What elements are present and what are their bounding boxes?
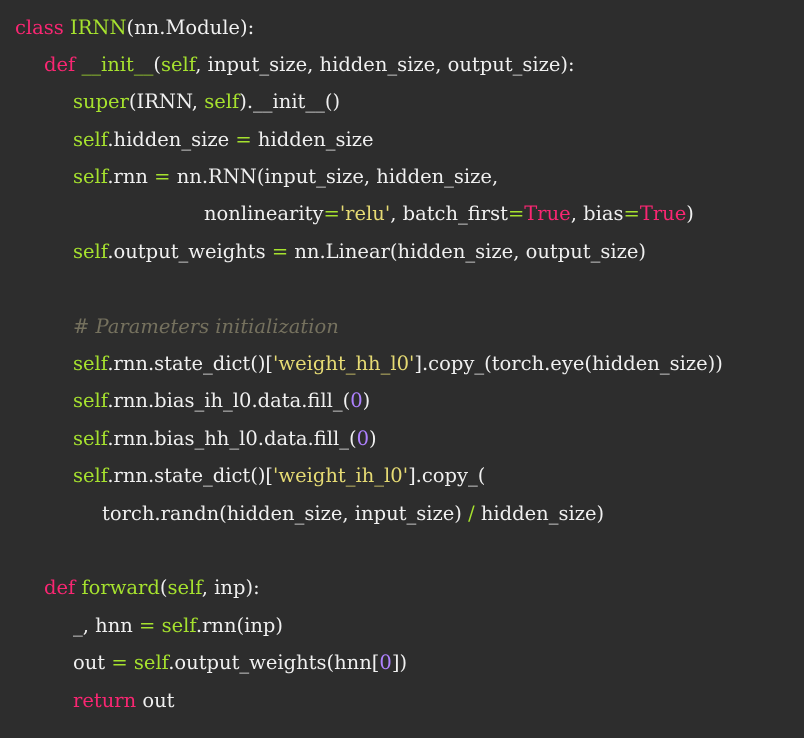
- code-token: ].copy_(: [408, 464, 486, 487]
- code-line: # Parameters initialization: [73, 312, 339, 342]
- code-token: , batch_first: [390, 202, 508, 225]
- code-token: self: [73, 352, 108, 375]
- code-token: =: [507, 202, 525, 225]
- code-line: self.rnn.bias_hh_l0.data.fill_(0): [73, 424, 377, 454]
- code-token: super: [73, 90, 129, 113]
- code-line: return out: [73, 686, 174, 716]
- code-token: .rnn: [107, 165, 155, 188]
- code-token: nn.Linear(hidden_size, output_size): [288, 240, 647, 263]
- code-token: 0: [379, 651, 392, 674]
- code-token: self: [73, 464, 108, 487]
- code-token: ): [686, 202, 694, 225]
- code-token: (IRNN,: [128, 90, 205, 113]
- code-token: , inp):: [201, 576, 260, 599]
- code-token: =: [154, 165, 171, 188]
- code-token: class: [15, 16, 70, 39]
- code-line: self.rnn.state_dict()['weight_ih_l0'].co…: [73, 461, 485, 491]
- code-token: out: [73, 651, 112, 674]
- code-token: 0: [356, 427, 369, 450]
- code-token: def: [44, 576, 82, 599]
- code-token: self: [160, 53, 196, 76]
- code-token: .rnn.bias_ih_l0.data.fill_(: [107, 389, 351, 412]
- code-token: .rnn(inp): [195, 614, 284, 637]
- code-line: self.rnn.state_dict()['weight_hh_l0'].co…: [73, 349, 723, 379]
- code-token: .output_weights: [107, 240, 272, 263]
- code-line: def __init__(self, input_size, hidden_si…: [44, 50, 575, 80]
- code-token: .output_weights(hnn[: [168, 651, 380, 674]
- code-token: /: [468, 502, 475, 525]
- code-token: True: [639, 202, 687, 225]
- code-token: hidden_size): [474, 502, 605, 525]
- code-token: out: [142, 689, 175, 712]
- code-token: self: [73, 128, 108, 151]
- code-token: ): [362, 389, 371, 412]
- code-token: =: [623, 202, 640, 225]
- code-token: self: [204, 90, 240, 113]
- code-token: forward: [81, 576, 160, 599]
- code-line: out = self.output_weights(hnn[0]): [73, 648, 407, 678]
- code-line: _, hnn = self.rnn(inp): [73, 611, 283, 641]
- code-token: 'weight_hh_l0': [273, 352, 415, 375]
- code-token: .rnn.bias_hh_l0.data.fill_(: [107, 427, 357, 450]
- code-line: self.output_weights = nn.Linear(hidden_s…: [73, 237, 646, 267]
- code-token: True: [524, 202, 571, 225]
- code-token: ).__init__(): [239, 90, 341, 113]
- code-token: nn.RNN(input_size, hidden_size,: [170, 165, 499, 188]
- code-token: self: [73, 389, 108, 412]
- code-token: _, hnn: [73, 614, 140, 637]
- code-token: , bias: [570, 202, 624, 225]
- code-token: ].copy_(torch.eye(hidden_size)): [414, 352, 723, 375]
- code-token: .hidden_size: [107, 128, 236, 151]
- code-line: def forward(self, inp):: [44, 573, 260, 603]
- code-token: =: [271, 240, 289, 263]
- code-token: def: [44, 53, 82, 76]
- code-token: .rnn.state_dict()[: [107, 464, 274, 487]
- code-token: 0: [350, 389, 363, 412]
- code-token: =: [235, 128, 252, 151]
- code-token: return: [73, 689, 143, 712]
- code-token: 'weight_ih_l0': [273, 464, 409, 487]
- code-line: class IRNN(nn.Module):: [15, 13, 254, 43]
- code-editor[interactable]: class IRNN(nn.Module): def __init__(self,…: [0, 0, 804, 738]
- code-token: 'relu': [339, 202, 391, 225]
- code-token: (: [153, 53, 161, 76]
- code-line: super(IRNN, self).__init__(): [73, 87, 340, 117]
- code-token: self: [73, 240, 108, 263]
- code-token: self: [161, 614, 196, 637]
- code-token: .rnn.state_dict()[: [107, 352, 274, 375]
- code-token: , input_size, hidden_size, output_size):: [195, 53, 575, 76]
- code-token: self: [167, 576, 202, 599]
- code-token: =: [111, 651, 128, 674]
- code-token: hidden_size: [251, 128, 374, 151]
- code-line: torch.randn(hidden_size, input_size) / h…: [102, 499, 604, 529]
- code-token: =: [139, 614, 156, 637]
- code-token: self: [133, 651, 169, 674]
- code-line: self.hidden_size = hidden_size: [73, 125, 374, 155]
- code-token: self: [73, 427, 108, 450]
- code-line: nonlinearity='relu', batch_first=True, b…: [204, 199, 694, 229]
- code-token: IRNN: [70, 16, 127, 39]
- code-token: # Parameters initialization: [73, 315, 339, 338]
- code-token: =: [323, 202, 340, 225]
- code-token: ]): [391, 651, 408, 674]
- code-token: self: [73, 165, 108, 188]
- code-token: ): [369, 427, 377, 450]
- code-token: __init__: [81, 53, 154, 76]
- code-token: nonlinearity: [204, 202, 324, 225]
- code-token: torch.randn(hidden_size, input_size): [102, 502, 469, 525]
- code-token: (nn.Module):: [126, 16, 255, 39]
- code-line: self.rnn = nn.RNN(input_size, hidden_siz…: [73, 162, 498, 192]
- code-line: self.rnn.bias_ih_l0.data.fill_(0): [73, 386, 370, 416]
